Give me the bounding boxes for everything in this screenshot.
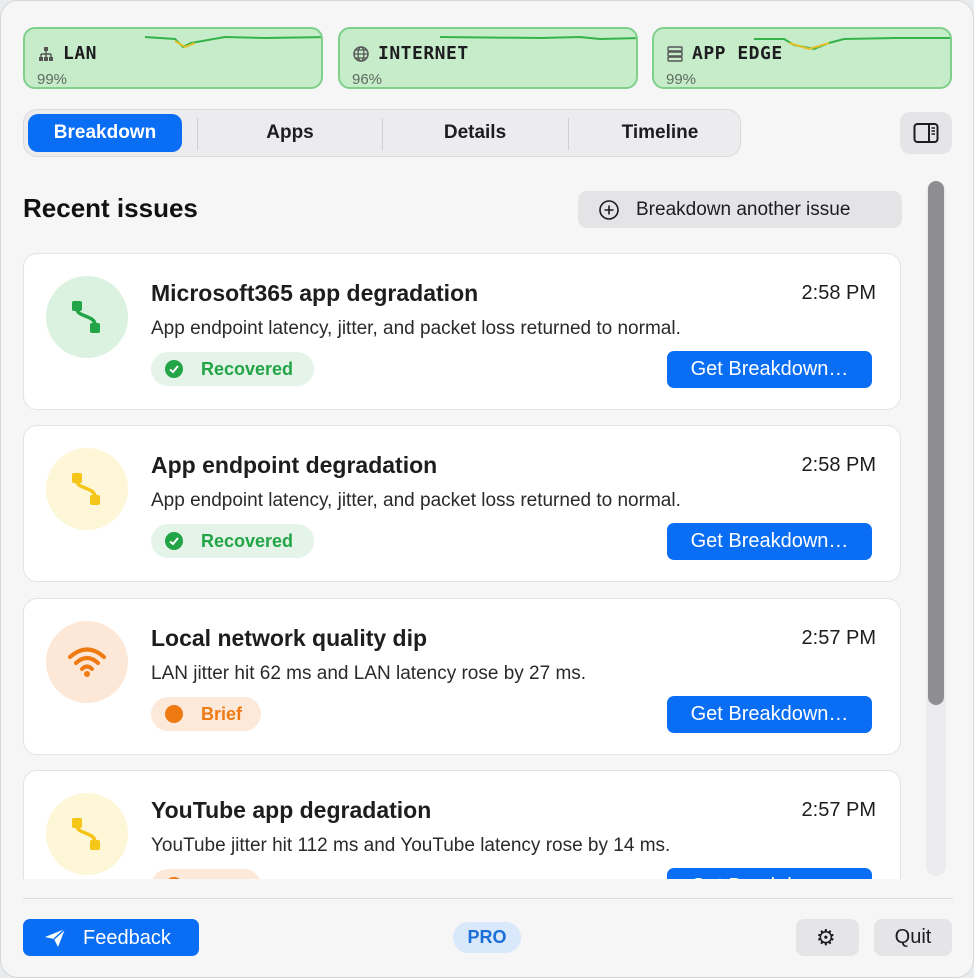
tab-apps[interactable]: Apps [198,114,382,152]
status-badge: Recovered [151,524,314,558]
issue-card[interactable]: Local network quality dip 2:57 PM LAN ji… [23,598,901,755]
status-percent: 96% [352,71,383,88]
issue-title: App endpoint degradation [151,452,438,478]
status-badge: Recovered [151,352,314,386]
orange-dot-icon [165,705,183,723]
status-name: APP EDGE [692,43,783,64]
settings-button[interactable]: ⚙ [796,919,859,956]
paper-plane-icon [45,928,66,947]
feedback-button[interactable]: Feedback [23,919,199,956]
server-icon [667,46,683,62]
tab-timeline[interactable]: Timeline [569,114,751,152]
status-badge-label: Recovered [201,531,294,551]
app-window: LAN 99% INTERNET 96% APP EDGE 99% Breakd… [0,0,974,978]
route-icon [72,473,100,505]
issue-card[interactable]: App endpoint degradation 2:58 PM App end… [23,425,901,582]
sidebar-icon [913,123,939,143]
issue-title: YouTube app degradation [151,797,432,823]
checkmark-icon [165,532,183,550]
issue-time: 2:57 PM [801,627,876,649]
wifi-icon [68,647,106,677]
route-icon [72,301,100,333]
globe-icon [353,46,369,62]
issue-description: YouTube jitter hit 112 ms and YouTube la… [151,835,671,856]
segmented-tabs: Breakdown Apps Details Timeline [23,109,741,157]
status-name: LAN [63,43,98,64]
footer-divider [23,898,953,899]
issue-icon-circle [46,793,128,875]
page-title: Recent issues [23,193,198,223]
pro-badge[interactable]: PRO [453,922,521,953]
status-card-app-edge[interactable]: APP EDGE 99% [652,27,952,89]
quit-button[interactable]: Quit [874,919,952,956]
issue-icon-circle [46,276,128,358]
issue-description: App endpoint latency, jitter, and packet… [151,318,681,339]
issue-description: LAN jitter hit 62 ms and LAN latency ros… [151,663,587,684]
issue-card[interactable]: YouTube app degradation 2:57 PM YouTube … [23,770,901,879]
plus-circle-icon [599,200,619,220]
issue-description: App endpoint latency, jitter, and packet… [151,490,681,511]
issue-icon-circle [46,448,128,530]
status-card-lan[interactable]: LAN 99% [23,27,323,89]
issue-time: 2:58 PM [801,454,876,476]
network-tree-icon [39,47,53,61]
issue-card[interactable]: Microsoft365 app degradation 2:58 PM App… [23,253,901,410]
issue-icon-circle [46,621,128,703]
get-breakdown-button[interactable]: Get Breakdown… [667,868,872,879]
issue-time: 2:58 PM [801,282,876,304]
toggle-sidebar-button[interactable] [900,112,952,154]
issue-title: Local network quality dip [151,625,428,651]
scrollbar-track[interactable] [926,181,946,876]
status-name: INTERNET [378,43,469,64]
status-badge-label: Brief [201,704,243,724]
status-percent: 99% [666,71,697,88]
status-badge: Brief [151,697,261,731]
checkmark-icon [165,360,183,378]
status-percent: 99% [37,71,68,88]
route-icon [72,818,100,850]
tab-breakdown[interactable]: Breakdown [28,114,182,152]
issue-title: Microsoft365 app degradation [151,280,479,306]
status-badge [151,869,261,879]
status-card-internet[interactable]: INTERNET 96% [338,27,638,89]
orange-dot-icon [165,877,183,879]
get-breakdown-button[interactable]: Get Breakdown… [667,696,872,733]
feedback-label: Feedback [83,927,171,949]
breakdown-another-issue-button[interactable]: Breakdown another issue [578,191,902,228]
get-breakdown-button[interactable]: Get Breakdown… [667,351,872,388]
issue-time: 2:57 PM [801,799,876,821]
breakdown-another-label: Breakdown another issue [636,199,851,220]
scrollbar-thumb[interactable] [928,181,944,705]
gear-icon: ⚙ [816,925,836,950]
status-badge-label: Recovered [201,359,294,379]
issue-list: Microsoft365 app degradation 2:58 PM App… [1,241,921,879]
tab-details[interactable]: Details [383,114,567,152]
get-breakdown-button[interactable]: Get Breakdown… [667,523,872,560]
